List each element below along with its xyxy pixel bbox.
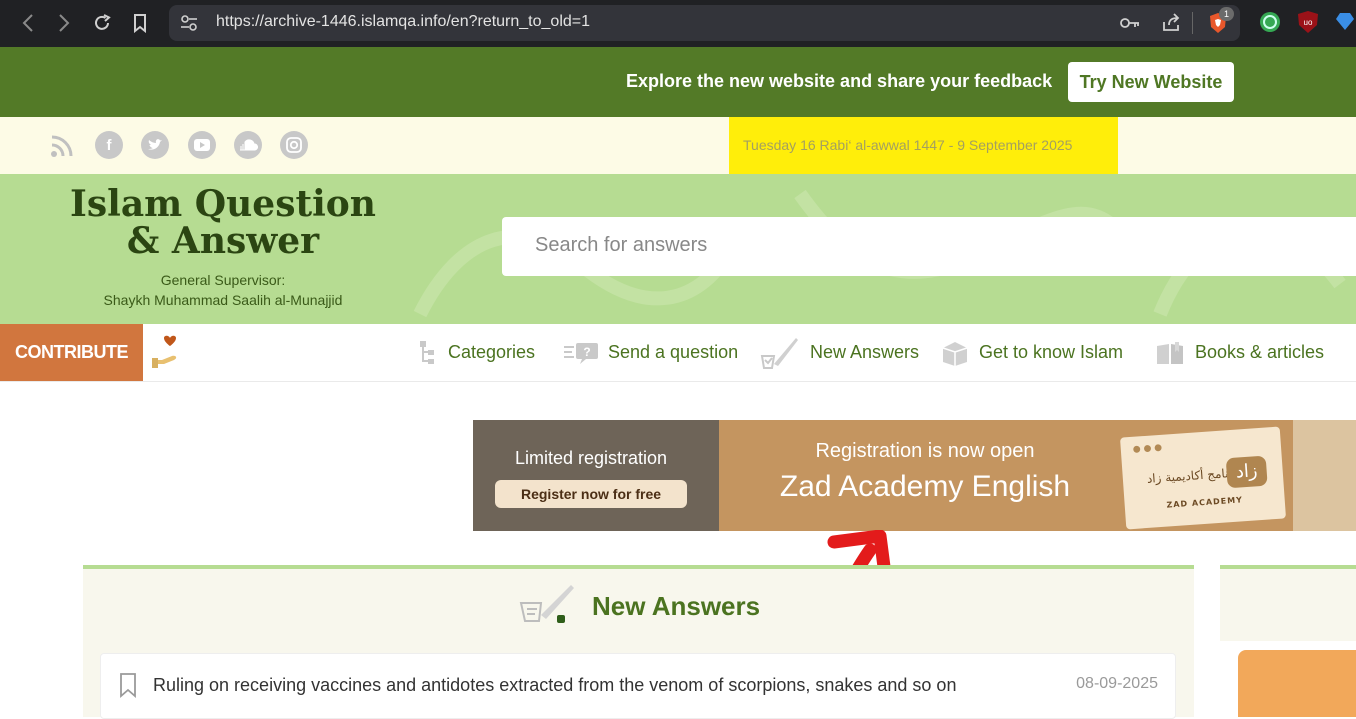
contribute-button[interactable]: CONTRIBUTE [0,324,143,381]
ad-card-name: ZAD ACADEMY [1166,495,1244,510]
side-panel [1220,565,1356,641]
side-orange-box [1238,650,1356,717]
ublock-icon[interactable]: uo [1297,10,1319,38]
youtube-icon[interactable] [188,131,216,159]
menu-new-answers-label: New Answers [810,342,920,362]
key-icon[interactable] [1119,14,1141,36]
rss-icon[interactable] [50,134,76,162]
site-logo[interactable]: Islam Question & Answer [70,186,376,260]
menu-new-answers[interactable]: New Answers [760,324,919,381]
search-input[interactable] [533,233,1233,258]
menu-categories[interactable]: Categories [418,324,535,381]
ad-limited-text: Limited registration [514,448,668,468]
svg-text:?: ? [583,345,590,359]
site-header: Islam Question & Answer General Supervis… [0,174,1356,324]
main-menu: CONTRIBUTE Categories ? Send a question … [0,324,1356,382]
ad-headline: Registration is now open [815,440,1035,462]
toolbar-divider [1192,12,1193,34]
supervisor-name: Shaykh Muhammad Saalih al-Munajjid [103,292,343,308]
banner-text: Explore the new website and share your f… [626,71,1053,91]
bookmark-icon[interactable] [119,672,137,698]
try-new-website-button[interactable]: Try New Website [1068,62,1234,102]
new-answers-icon [760,337,798,369]
reload-icon[interactable] [90,11,114,35]
address-bar[interactable]: https://archive-1446.islamqa.info/en?ret… [169,5,1240,41]
zad-academy-ad[interactable]: Limited registration Register now for fr… [473,420,1356,531]
ad-laptop-card: ● ● ● برنامج أكاديمية زاد زاد ZAD ACADEM… [1119,426,1287,530]
supervisor-label: General Supervisor: [160,272,286,288]
bookmark-icon[interactable] [128,11,152,35]
menu-get-to-know-islam-label: Get to know Islam [979,342,1124,362]
zad-logo-mark: زاد [1225,455,1268,489]
menu-send-question-label: Send a question [608,342,739,362]
shields-count-badge: 1 [1219,7,1234,21]
svg-text:uo: uo [1304,18,1313,27]
facebook-icon[interactable]: f [95,131,123,159]
site-settings-icon[interactable] [180,14,198,36]
logo-supervisor: General Supervisor: Shaykh Muhammad Saal… [60,270,386,310]
search-box[interactable] [502,217,1356,276]
answer-title[interactable]: Ruling on receiving vaccines and antidot… [153,675,956,696]
current-date: Tuesday 16 Rabi‘ al-awwal 1447 - 9 Septe… [743,137,1073,153]
categories-icon [420,340,434,364]
social-bar: f Tuesday 16 Rabi‘ al-awwal 1447 - 9 Sep… [0,117,1356,174]
send-question-icon: ? [564,342,598,364]
ad-left-panel: Limited registration Register now for fr… [473,420,719,531]
menu-books-articles[interactable]: Books & articles [1155,324,1324,381]
answer-row[interactable]: Ruling on receiving vaccines and antidot… [100,653,1176,719]
extension-globe-icon[interactable] [1259,11,1281,37]
kaaba-icon [942,341,968,366]
donate-hand-icon[interactable] [150,334,188,374]
books-icon [1157,341,1183,364]
menu-send-question[interactable]: ? Send a question [564,324,738,381]
new-website-banner: Explore the new website and share your f… [0,47,1356,117]
new-answers-title: New Answers [592,591,761,621]
logo-title-line1: Islam Question [70,183,376,225]
browser-toolbar: https://archive-1446.islamqa.info/en?ret… [0,0,1356,47]
ad-title: Zad Academy English [779,470,1071,503]
forward-icon[interactable] [52,11,76,35]
soundcloud-icon[interactable] [234,131,262,159]
menu-categories-label: Categories [448,342,536,362]
window-dots-icon: ● ● ● [1132,442,1163,455]
menu-get-to-know-islam[interactable]: Get to know Islam [941,324,1123,381]
menu-books-articles-label: Books & articles [1195,342,1325,362]
register-now-button[interactable]: Register now for free [495,480,687,508]
extension-gem-icon[interactable] [1336,11,1354,35]
share-icon[interactable] [1161,13,1181,37]
new-answers-panel: New Answers Ruling on receiving vaccines… [83,565,1194,719]
answer-date: 08-09-2025 [1076,675,1158,692]
url-text[interactable]: https://archive-1446.islamqa.info/en?ret… [216,13,590,31]
new-answers-panel-icon [519,585,574,623]
twitter-icon[interactable] [141,131,169,159]
ad-city-image [1293,420,1356,531]
instagram-icon[interactable] [280,131,308,159]
logo-title-line2: & Answer [126,220,320,262]
ad-card-arabic: برنامج أكاديمية زاد [1146,465,1239,486]
back-icon[interactable] [16,11,40,35]
